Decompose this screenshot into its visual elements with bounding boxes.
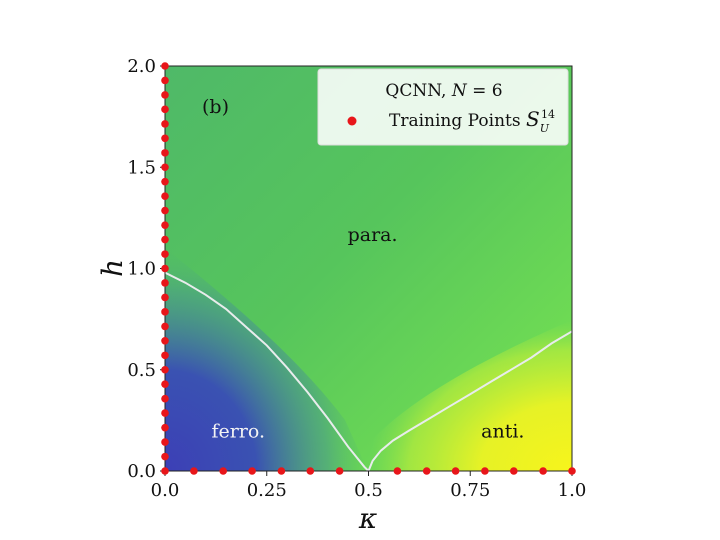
training-point [161,221,169,229]
training-point [161,279,169,287]
training-point [509,467,518,475]
x-tick-label: 0.0 [151,480,180,501]
training-point [161,293,169,302]
training-point [190,467,198,475]
legend-marker [347,116,357,126]
training-point [393,467,402,475]
legend-title: QCNN, N = 6 [385,81,502,101]
phase-diagram-chart: 0.0 0.25 0.5 0.75 1.0 0.0 0.5 1.0 1.5 2.0 κ h (b… [96,56,587,535]
training-point [481,467,489,475]
training-point [161,235,169,244]
training-point [161,76,169,85]
training-point [161,308,169,316]
training-point [161,423,169,432]
training-point [335,467,344,475]
training-point [248,467,256,475]
training-point [161,163,169,172]
training-point [161,365,169,374]
x-tick-label: 1.0 [558,480,587,501]
training-point [161,91,169,99]
training-point [219,467,228,475]
training-point [161,351,169,360]
x-tick-label: 0.25 [247,480,287,501]
training-point [161,177,169,186]
y-tick-label: 1.0 [127,259,156,280]
training-point [161,250,169,258]
training-point [161,206,169,215]
training-point [161,438,169,446]
region-label: para. [348,224,398,246]
training-point [161,105,169,114]
legend-entry: Training Points SU14 [389,107,555,135]
training-point [306,467,315,475]
x-axis-label: κ [358,502,377,535]
training-point [161,336,169,345]
y-tick-label: 1.5 [127,157,156,178]
training-point [422,467,431,475]
training-point [161,322,169,331]
training-point [161,149,169,157]
legend: QCNN, N = 6 Training Points SU14 [317,68,569,146]
panel-label: (b) [202,96,229,118]
y-tick-label: 2.0 [127,56,156,77]
training-point [161,394,169,403]
training-point [161,452,169,461]
training-point [539,467,547,475]
training-point [161,264,169,273]
region-label: ferro. [211,421,265,443]
training-point [568,467,576,475]
region-label: anti. [481,421,524,443]
x-tick-label: 0.5 [354,480,383,501]
training-point [161,467,169,475]
training-point [277,467,286,475]
training-point [161,120,169,128]
x-tick-label: 0.75 [450,480,490,501]
y-tick-label: 0.5 [127,360,156,381]
y-axis-label: h [96,259,129,277]
training-point [161,62,169,70]
x-axis-ticks: 0.0 0.25 0.5 0.75 1.0 [151,471,587,501]
y-tick-label: 0.0 [127,461,156,482]
training-point [161,134,169,143]
y-axis-ticks: 0.0 0.5 1.0 1.5 2.0 [127,56,165,482]
training-point [161,409,169,417]
training-point [161,380,169,388]
training-point [451,467,460,475]
training-point [161,192,169,201]
